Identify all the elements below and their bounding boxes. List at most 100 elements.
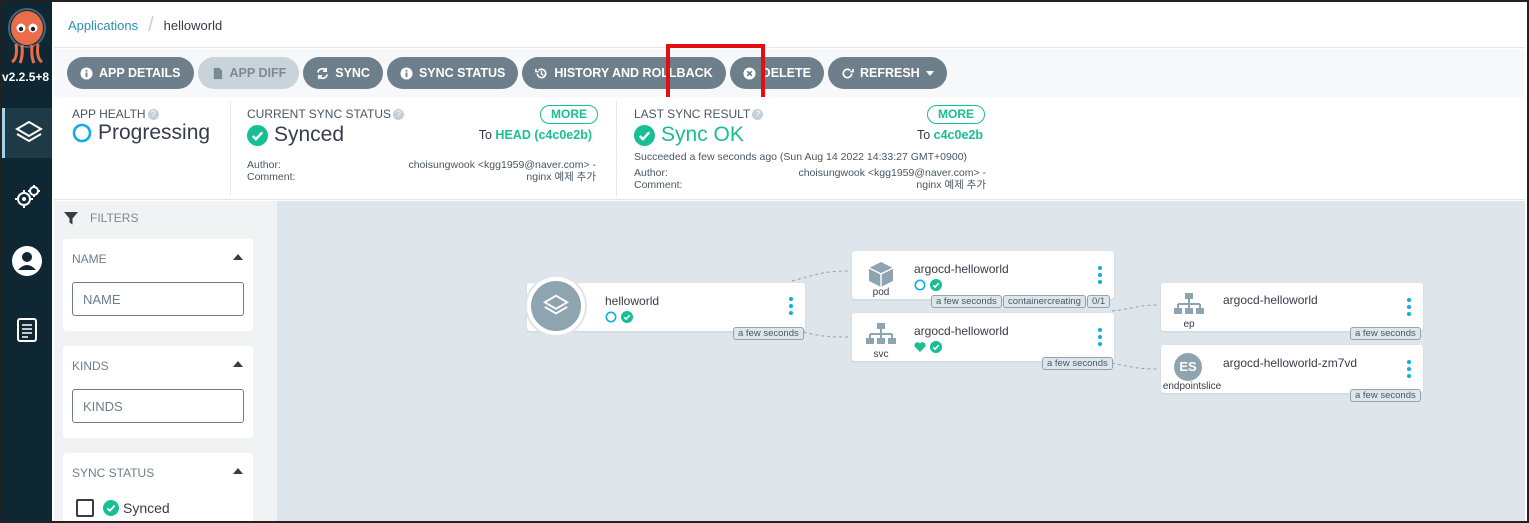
synced-check-icon [621, 310, 634, 323]
history-icon [535, 67, 547, 78]
synced-check-icon [930, 278, 943, 291]
app-node-circle [527, 277, 585, 335]
app-details-button[interactable]: APP DETAILS [67, 57, 194, 89]
history-rollback-button[interactable]: HISTORY AND ROLLBACK [522, 57, 726, 89]
last-sync-caption: LAST SYNC RESULT [634, 107, 751, 121]
filter-icon [64, 212, 78, 225]
endpointslice-node[interactable]: ES endpointslice argocd-helloworld-zm7vd [1161, 345, 1423, 393]
node-kind: svc [873, 349, 889, 360]
breadcrumb-applications[interactable]: Applications [68, 18, 138, 33]
node-menu-icon[interactable] [789, 297, 793, 318]
node-kind: pod [872, 287, 890, 298]
history-rollback-label: HISTORY AND ROLLBACK [554, 66, 713, 80]
current-sync-revision-link[interactable]: HEAD (c4c0e2b) [495, 128, 592, 142]
collapse-caret-icon[interactable] [233, 254, 243, 260]
current-sync-target: To HEAD (c4c0e2b) [479, 128, 592, 142]
node-status-icons [914, 276, 943, 294]
node-name: argocd-helloworld [914, 262, 1009, 276]
node-status-icons [605, 308, 634, 326]
collapse-caret-icon[interactable] [233, 468, 243, 474]
help-icon[interactable]: ? [393, 109, 405, 120]
app-details-label: APP DETAILS [99, 66, 181, 80]
info-icon [80, 66, 93, 80]
node-name: argocd-helloworld [914, 324, 1009, 338]
nav-settings[interactable] [2, 172, 52, 222]
node-menu-icon[interactable] [1407, 360, 1411, 381]
breadcrumb-separator: / [148, 14, 154, 36]
age-badge: a few seconds [931, 295, 1002, 308]
progressing-icon [914, 279, 926, 291]
delete-button[interactable]: DELETE [729, 57, 824, 89]
layers-icon [542, 294, 570, 315]
app-diff-button[interactable]: APP DIFF [197, 57, 300, 89]
current-sync-more-button[interactable]: MORE [540, 105, 598, 124]
pod-cube-icon [868, 262, 894, 287]
last-sync-revision-link[interactable]: c4c0e2b [934, 128, 983, 142]
last-sync-more-button[interactable]: MORE [927, 105, 985, 124]
resource-tree-graph[interactable]: helloworld a few seconds pod argocd-hell… [277, 201, 1525, 521]
name-filter-input[interactable]: NAME [72, 282, 244, 316]
node-name: helloworld [605, 294, 660, 308]
kinds-filter-header: KINDS [72, 359, 109, 373]
last-sync-comment-label: Comment: [634, 179, 683, 191]
refresh-icon [842, 67, 854, 78]
sync-status-filter-header: SYNC STATUS [72, 466, 155, 480]
network-tree-icon [1174, 293, 1204, 314]
current-sync-author-value: choisungwook <kgg1959@naver.com> - [408, 159, 596, 171]
node-menu-icon[interactable] [1098, 328, 1102, 349]
nav-applications[interactable] [2, 108, 52, 158]
nav-user-info[interactable] [2, 236, 52, 286]
argo-logo-icon[interactable] [6, 8, 48, 66]
caret-down-icon [925, 70, 934, 76]
last-sync-value: Sync OK [661, 123, 744, 146]
kinds-filter-input[interactable]: KINDS [72, 389, 244, 423]
pod-state-badge: containercreating [1003, 295, 1086, 308]
ep-node[interactable]: ep argocd-helloworld [1161, 283, 1423, 331]
age-badge: a few seconds [1042, 357, 1113, 370]
refresh-button[interactable]: REFRESH [827, 57, 947, 89]
current-sync-to-label: To [478, 128, 492, 142]
info-icon [400, 66, 413, 80]
sync-button[interactable]: SYNC [303, 57, 383, 89]
app-window: v2.2.5+8 Applications / helloworld APP D… [0, 0, 1529, 523]
collapse-caret-icon[interactable] [233, 361, 243, 367]
status-panel: APP HEALTH? Progressing CURRENT SYNC STA… [54, 97, 1525, 200]
current-sync-caption: CURRENT SYNC STATUS [247, 107, 392, 121]
age-badge: a few seconds [1350, 389, 1421, 402]
node-name: argocd-helloworld-zm7vd [1223, 356, 1358, 370]
progressing-icon [72, 123, 92, 143]
version-label: v2.2.5+8 [2, 70, 50, 84]
node-name: argocd-helloworld [1223, 293, 1318, 307]
sync-status-button[interactable]: SYNC STATUS [386, 57, 519, 89]
progressing-icon [605, 311, 617, 323]
help-icon[interactable]: ? [752, 109, 764, 120]
current-sync-value: Synced [274, 123, 345, 146]
node-kind: ep [1183, 319, 1195, 330]
app-health-caption: APP HEALTH [72, 107, 146, 121]
delete-circle-icon [743, 66, 756, 80]
document-icon [17, 318, 37, 342]
help-icon[interactable]: ? [147, 109, 159, 120]
synced-filter-label: Synced [123, 500, 170, 516]
last-sync-succeeded: Succeeded a few seconds ago (Sun Aug 14 … [634, 151, 968, 163]
delete-label: DELETE [761, 66, 811, 80]
gears-icon [15, 185, 40, 208]
synced-check-icon [930, 340, 943, 353]
network-tree-icon [866, 323, 896, 344]
name-filter-header: NAME [72, 252, 107, 266]
synced-checkbox[interactable] [76, 499, 94, 517]
last-sync-author-value: choisungwook <kgg1959@naver.com> - [798, 167, 986, 179]
pod-node[interactable]: pod argocd-helloworld [852, 251, 1114, 299]
layers-icon [14, 120, 43, 143]
sync-status-filter: SYNC STATUS Synced [63, 453, 253, 521]
node-kind: endpointslice [1162, 381, 1222, 392]
node-menu-icon[interactable] [1407, 298, 1411, 319]
breadcrumb-current: helloworld [163, 18, 223, 33]
synced-check-icon [103, 500, 119, 516]
app-diff-label: APP DIFF [229, 66, 287, 80]
node-menu-icon[interactable] [1098, 266, 1102, 287]
svc-node[interactable]: svc argocd-helloworld [852, 313, 1114, 361]
current-sync-author-label: Author: [247, 159, 281, 171]
refresh-label: REFRESH [859, 66, 920, 80]
nav-docs[interactable] [2, 305, 52, 355]
